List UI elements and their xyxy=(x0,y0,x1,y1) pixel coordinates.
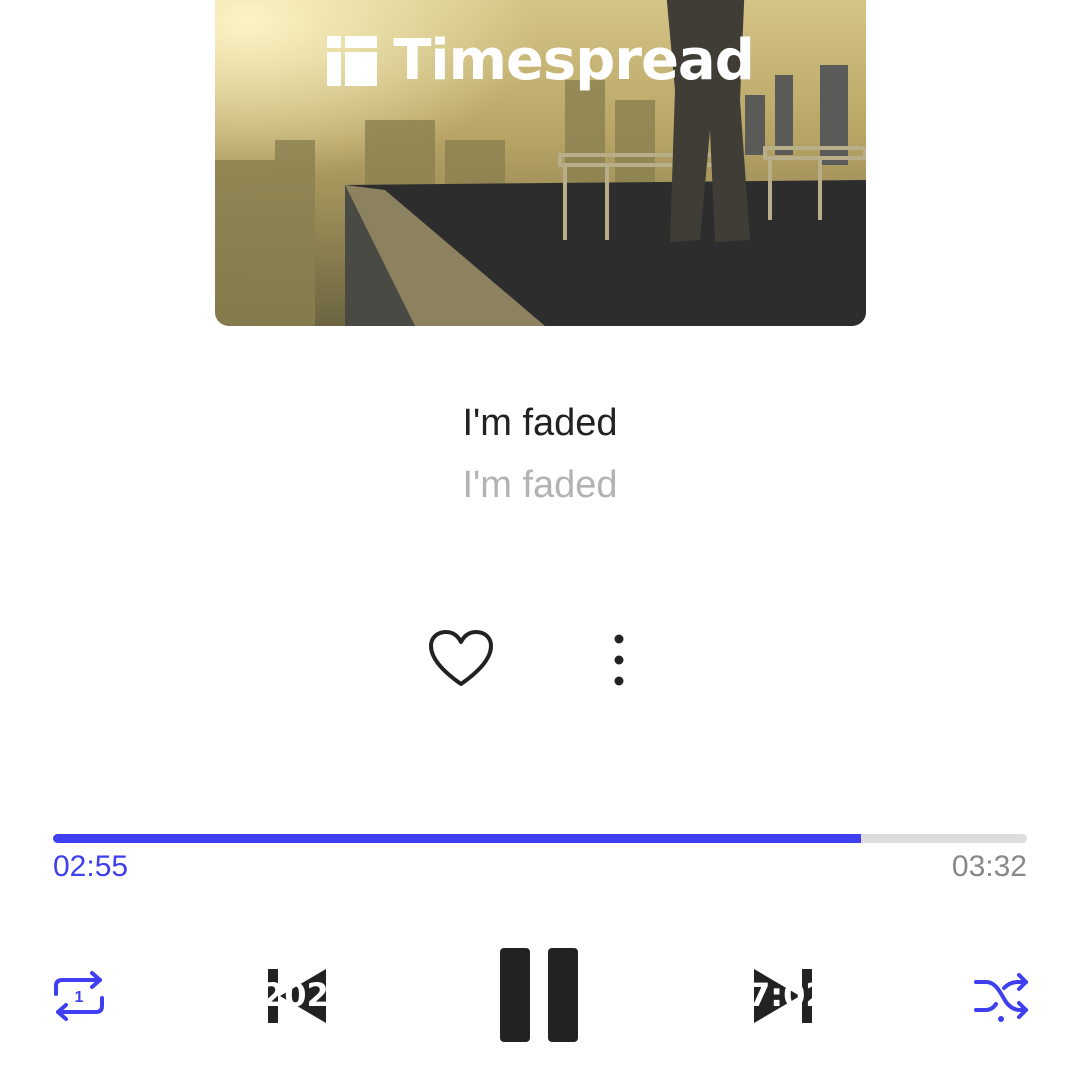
repeat-one-icon: 1 xyxy=(54,971,104,1021)
progress-fill xyxy=(53,834,862,843)
heart-icon xyxy=(429,630,493,686)
brand-name: Timespread xyxy=(393,28,755,93)
more-vertical-icon xyxy=(614,634,624,686)
next-button[interactable]: 7:02 xyxy=(748,966,828,1026)
svg-text:1: 1 xyxy=(75,989,84,1006)
pause-icon xyxy=(500,948,578,1042)
progress-bar[interactable] xyxy=(53,834,1027,843)
like-button[interactable] xyxy=(428,628,494,690)
skip-previous-icon xyxy=(268,969,326,1023)
track-subtitle: I'm faded xyxy=(462,464,618,506)
shuffle-button[interactable] xyxy=(972,970,1030,1022)
shuffle-icon xyxy=(974,973,1028,1022)
total-time: 03:32 xyxy=(951,850,1027,883)
previous-button[interactable]: 202 xyxy=(262,966,330,1026)
album-cover: Timespread xyxy=(215,0,866,326)
skip-next-icon xyxy=(754,969,812,1023)
brand-logo-icon xyxy=(327,35,378,86)
brand-watermark: Timespread xyxy=(215,28,866,93)
pause-button[interactable] xyxy=(498,946,582,1044)
more-options-button[interactable] xyxy=(602,630,636,690)
track-title: I'm faded xyxy=(462,402,618,444)
repeat-button[interactable]: 1 xyxy=(50,970,108,1022)
current-time: 02:55 xyxy=(53,850,129,883)
